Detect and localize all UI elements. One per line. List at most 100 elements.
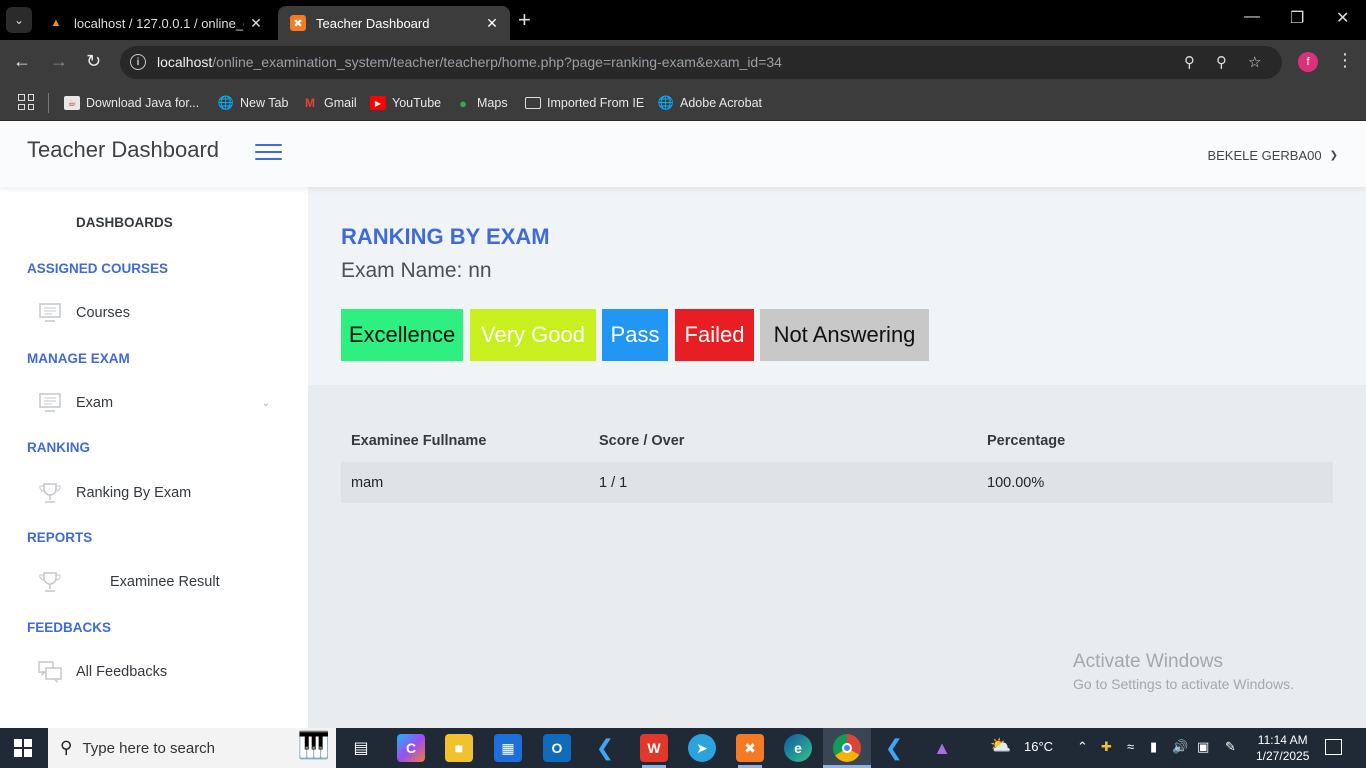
- windows-start-icon[interactable]: [14, 739, 32, 757]
- telegram-icon[interactable]: ➤: [688, 734, 716, 762]
- user-name: BEKELE GERBA00: [1207, 148, 1322, 163]
- sidebar-item-examinee-result[interactable]: Examinee Result: [38, 570, 278, 594]
- globe-icon: 🌐: [657, 95, 675, 110]
- meet-now-icon[interactable]: ▣: [1197, 739, 1209, 755]
- watermark-subtitle: Go to Settings to activate Windows.: [1073, 676, 1294, 692]
- legend-excellence: Excellence: [341, 309, 463, 361]
- sidebar-item-label: Ranking By Exam: [76, 485, 192, 501]
- task-view-icon[interactable]: ▤: [347, 734, 375, 762]
- microsoft-store-icon[interactable]: ▦: [494, 734, 522, 762]
- table-row[interactable]: mam 1 / 1 100.00%: [341, 462, 1333, 503]
- close-window-button[interactable]: ✕: [1336, 8, 1349, 28]
- copilot-icon[interactable]: C: [397, 734, 425, 762]
- hamburger-menu-icon[interactable]: [255, 144, 282, 160]
- photos-icon[interactable]: ▲: [928, 734, 956, 762]
- legend-not-answering: Not Answering: [760, 309, 929, 361]
- site-info-icon[interactable]: i: [130, 54, 146, 70]
- show-hidden-icons-icon[interactable]: ⌃: [1077, 739, 1088, 755]
- browser-tab-bar: ⌄ ▲ localhost / 127.0.0.1 / online_ex ✕ …: [0, 0, 1366, 40]
- trophy-icon: [38, 482, 62, 504]
- sidebar-heading-assigned-courses: ASSIGNED COURSES: [27, 261, 169, 276]
- chevron-down-icon[interactable]: ⌄: [262, 398, 270, 409]
- xampp-icon[interactable]: ✖: [736, 734, 764, 762]
- volume-icon[interactable]: 🔊: [1172, 739, 1188, 755]
- trophy-icon: [38, 571, 62, 593]
- tab-teacher-dashboard[interactable]: ✖ Teacher Dashboard ✕: [278, 6, 510, 40]
- url-text[interactable]: localhost/online_examination_system/teac…: [157, 54, 782, 70]
- main-content: RANKING BY EXAM Exam Name: nn Excellence…: [308, 187, 1366, 728]
- minimize-button[interactable]: —: [1244, 8, 1260, 26]
- clock-time: 11:14 AM: [1257, 733, 1308, 747]
- column-header-fullname[interactable]: Examinee Fullname: [351, 420, 486, 462]
- bookmark-maps[interactable]: ● Maps: [455, 93, 508, 113]
- sidebar-dashboards-link[interactable]: DASHBOARDS: [76, 215, 173, 230]
- sidebar-item-courses[interactable]: Courses: [38, 301, 278, 325]
- folder-icon: [525, 97, 541, 109]
- cell-fullname: mam: [351, 474, 384, 491]
- windows-taskbar: ⚲ Type here to search 🎹 ▤ C ■ ▦ O ❮ W ➤ …: [0, 728, 1366, 768]
- column-header-percentage[interactable]: Percentage: [987, 420, 1065, 462]
- legend-pass: Pass: [602, 309, 668, 361]
- profile-avatar[interactable]: f: [1298, 52, 1318, 72]
- bookmark-youtube[interactable]: ▶ YouTube: [370, 93, 441, 113]
- weather-temperature[interactable]: 16°C: [1024, 739, 1053, 754]
- watermark-title: Activate Windows: [1073, 651, 1223, 672]
- file-explorer-icon[interactable]: ■: [445, 734, 473, 762]
- wifi-icon[interactable]: ≈: [1127, 739, 1134, 754]
- zoom-icon[interactable]: ⚲: [1216, 53, 1227, 71]
- sidebar: DASHBOARDS ASSIGNED COURSES Courses MANA…: [0, 187, 308, 728]
- bookmark-new-tab[interactable]: 🌐 New Tab: [217, 93, 289, 113]
- maps-icon: ●: [459, 95, 467, 111]
- chat-icon: [38, 661, 62, 683]
- sidebar-item-all-feedbacks[interactable]: All Feedbacks: [38, 660, 278, 684]
- activate-windows-watermark: Activate Windows Go to Settings to activ…: [1073, 651, 1294, 692]
- security-icon[interactable]: ✚: [1101, 739, 1112, 755]
- outlook-icon[interactable]: O: [543, 734, 571, 762]
- apps-grid-icon[interactable]: [18, 94, 34, 110]
- taskbar-search[interactable]: ⚲ Type here to search 🎹: [48, 728, 336, 768]
- browser-toolbar: ← → ↻ i localhost/online_examination_sys…: [0, 40, 1366, 85]
- weather-icon[interactable]: ⛅: [990, 736, 1011, 756]
- back-button[interactable]: ←: [13, 51, 31, 72]
- app-brand[interactable]: Teacher Dashboard: [27, 137, 219, 163]
- bookmark-java[interactable]: ☕ Download Java for...: [64, 93, 199, 113]
- tab-phpmyadmin[interactable]: ▲ localhost / 127.0.0.1 / online_ex ✕: [36, 6, 274, 40]
- sidebar-item-exam[interactable]: Exam ⌄: [38, 391, 278, 415]
- monitor-icon: [38, 302, 62, 324]
- restore-button[interactable]: ❐: [1290, 8, 1304, 28]
- wps-office-icon[interactable]: W: [640, 734, 668, 762]
- search-placeholder: Type here to search: [82, 739, 216, 757]
- reload-button[interactable]: ↻: [86, 51, 101, 72]
- new-tab-button[interactable]: +: [518, 8, 531, 32]
- bookmark-adobe-acrobat[interactable]: 🌐 Adobe Acrobat: [658, 93, 762, 113]
- address-bar[interactable]: i localhost/online_examination_system/te…: [120, 46, 1282, 79]
- sidebar-item-ranking-by-exam[interactable]: Ranking By Exam: [38, 481, 278, 505]
- close-tab-icon[interactable]: ✕: [244, 15, 268, 32]
- browser-menu-icon[interactable]: ⋮: [1336, 50, 1354, 71]
- search-icon: ⚲: [60, 738, 73, 757]
- vscode-icon[interactable]: ❮: [880, 734, 908, 762]
- notification-center-icon[interactable]: [1325, 739, 1342, 755]
- globe-icon: 🌐: [217, 95, 235, 110]
- bookmarks-bar: ☕ Download Java for... 🌐 New Tab M Gmail…: [0, 85, 1366, 121]
- forward-button[interactable]: →: [50, 51, 68, 72]
- bookmark-gmail[interactable]: M Gmail: [302, 93, 357, 113]
- page-title-section: RANKING BY EXAM Exam Name: nn Excellence…: [308, 187, 1366, 385]
- bookmark-imported-from-ie[interactable]: Imported From IE: [525, 93, 644, 113]
- legend-very-good: Very Good: [470, 309, 596, 361]
- monitor-icon: [38, 392, 62, 414]
- edge-icon[interactable]: e: [784, 734, 812, 762]
- tab-title: Teacher Dashboard: [316, 15, 430, 31]
- bookmarks-divider: [48, 93, 49, 113]
- battery-icon[interactable]: ▮: [1150, 739, 1157, 755]
- pen-icon[interactable]: ✎: [1225, 739, 1236, 755]
- bookmark-star-icon[interactable]: ☆: [1248, 53, 1261, 71]
- user-menu[interactable]: BEKELE GERBA00 ❯: [1207, 148, 1338, 163]
- close-tab-icon[interactable]: ✕: [480, 15, 504, 32]
- chrome-icon[interactable]: [833, 734, 861, 762]
- system-clock[interactable]: 11:14 AM 1/27/2025: [1256, 732, 1309, 764]
- vscode-icon[interactable]: ❮: [591, 734, 619, 762]
- key-icon[interactable]: ⚲: [1184, 53, 1195, 71]
- tab-search-button[interactable]: ⌄: [6, 7, 32, 33]
- column-header-score[interactable]: Score / Over: [599, 420, 684, 462]
